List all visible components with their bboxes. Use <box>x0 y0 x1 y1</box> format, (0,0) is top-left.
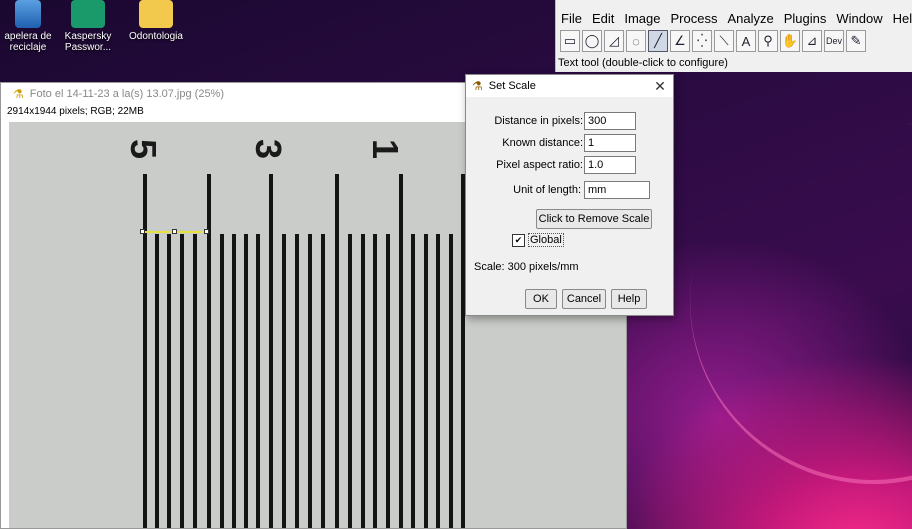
ruler-tick <box>143 174 147 528</box>
freehand-tool-icon[interactable]: ◌ <box>626 30 646 52</box>
microscope-icon: ⚗ <box>472 79 483 93</box>
dialog-title: Set Scale <box>488 80 536 92</box>
menu-image[interactable]: Image <box>619 10 665 28</box>
ruler-tick <box>399 174 403 528</box>
wand-tool-icon[interactable]: ⟍ <box>714 30 734 52</box>
unit-input[interactable] <box>584 181 650 199</box>
help-button[interactable]: Help <box>611 289 647 309</box>
ruler-tick <box>232 234 236 528</box>
cancel-button[interactable]: Cancel <box>562 289 606 309</box>
kaspersky-icon <box>71 0 105 28</box>
set-scale-dialog[interactable]: ⚗ Set Scale ✕ Distance in pixels: Known … <box>465 74 674 316</box>
folder-icon <box>139 0 173 28</box>
ruler-tick <box>449 234 453 528</box>
selection-handle[interactable] <box>140 229 145 234</box>
selection-handle[interactable] <box>172 229 177 234</box>
angle-tool-icon[interactable]: ∠ <box>670 30 690 52</box>
ruler-tick <box>295 234 299 528</box>
hand-tool-icon[interactable]: ✋ <box>780 30 800 52</box>
imagej-toolbar-window: File Edit Image Process Analyze Plugins … <box>555 0 912 72</box>
menu-help[interactable]: Hel <box>888 10 912 28</box>
tool-buttons: ▭ ◯ ◿ ◌ ╱ ∠ ⁛ ⟍ A ⚲ ✋ ⊿ Dev ✎ <box>560 30 866 52</box>
zoom-tool-icon[interactable]: ⚲ <box>758 30 778 52</box>
pencil-tool-icon[interactable]: ✎ <box>846 30 866 52</box>
ruler-number-5: 5 <box>123 138 165 160</box>
line-tool-icon[interactable]: ╱ <box>648 30 668 52</box>
ruler-tick <box>308 234 312 528</box>
ruler-tick <box>167 234 171 528</box>
menu-bar: File Edit Image Process Analyze Plugins … <box>556 10 912 28</box>
desktop-icon-odontologia[interactable]: Odontologia <box>120 0 192 42</box>
menu-edit[interactable]: Edit <box>587 10 619 28</box>
desktop-icon-kaspersky[interactable]: Kaspersky Passwor... <box>58 0 118 53</box>
menu-analyze[interactable]: Analyze <box>722 10 778 28</box>
desktop-icon-label: apelera de reciclaje <box>4 31 52 53</box>
distance-row: Distance in pixels: <box>466 112 675 130</box>
wallpaper-streak <box>661 90 912 514</box>
global-checkbox[interactable]: ✔ <box>512 233 525 247</box>
ok-button[interactable]: OK <box>525 289 557 309</box>
ruler-number-1: 1 <box>365 138 407 160</box>
global-label: Global <box>528 233 564 247</box>
known-distance-label: Known distance: <box>502 137 583 149</box>
ruler-tick <box>256 234 260 528</box>
ruler-tick <box>282 234 286 528</box>
remove-scale-button[interactable]: Click to Remove Scale <box>536 209 652 229</box>
desktop-icon-label: Kaspersky Passwor... <box>64 31 112 53</box>
desktop-icon-label: Odontologia <box>129 31 183 42</box>
ruler-tick <box>180 234 184 528</box>
ruler-tick <box>207 174 211 528</box>
unit-row: Unit of length: <box>466 181 675 199</box>
ruler-number-3: 3 <box>248 138 290 160</box>
ruler-tick <box>348 234 352 528</box>
scale-readout: Scale: 300 pixels/mm <box>474 261 579 273</box>
dialog-titlebar[interactable]: ⚗ Set Scale ✕ <box>466 75 673 97</box>
ruler-tick <box>193 234 197 528</box>
dev-tool-icon[interactable]: Dev <box>824 30 844 52</box>
selection-handle[interactable] <box>204 229 209 234</box>
ruler-tick <box>155 234 159 528</box>
menu-file[interactable]: File <box>556 10 587 28</box>
global-checkbox-row[interactable]: ✔ Global <box>512 233 564 247</box>
distance-label: Distance in pixels: <box>494 115 583 127</box>
ruler-tick <box>424 234 428 528</box>
menu-plugins[interactable]: Plugins <box>779 10 832 28</box>
recycle-bin-icon <box>15 0 41 28</box>
ruler-tick <box>361 234 365 528</box>
known-distance-input[interactable] <box>584 134 636 152</box>
distance-input[interactable] <box>584 112 636 130</box>
status-bar: Text tool (double-click to configure) <box>558 57 728 69</box>
menu-process[interactable]: Process <box>666 10 723 28</box>
ruler-tick <box>269 174 273 528</box>
rectangle-tool-icon[interactable]: ▭ <box>560 30 580 52</box>
ruler-tick <box>335 174 339 528</box>
aspect-ratio-row: Pixel aspect ratio: <box>466 156 675 174</box>
ruler-tick <box>411 234 415 528</box>
microscope-icon: ⚗ <box>13 87 24 101</box>
menu-window[interactable]: Window <box>831 10 887 28</box>
ruler-tick <box>386 234 390 528</box>
aspect-ratio-label: Pixel aspect ratio: <box>496 159 583 171</box>
unit-label: Unit of length: <box>513 184 581 196</box>
close-icon[interactable]: ✕ <box>647 78 673 95</box>
point-tool-icon[interactable]: ⁛ <box>692 30 712 52</box>
desktop-icon-recycle-bin[interactable]: apelera de reciclaje <box>0 0 58 53</box>
ruler-tick <box>244 234 248 528</box>
aspect-ratio-input[interactable] <box>584 156 636 174</box>
image-title: Foto el 14-11-23 a la(s) 13.07.jpg (25%) <box>29 88 225 100</box>
polygon-tool-icon[interactable]: ◿ <box>604 30 624 52</box>
ruler-tick <box>220 234 224 528</box>
oval-tool-icon[interactable]: ◯ <box>582 30 602 52</box>
ruler-tick <box>321 234 325 528</box>
known-distance-row: Known distance: <box>466 134 675 152</box>
ruler-tick <box>373 234 377 528</box>
text-tool-icon[interactable]: A <box>736 30 756 52</box>
dropper-tool-icon[interactable]: ⊿ <box>802 30 822 52</box>
ruler-tick <box>436 234 440 528</box>
